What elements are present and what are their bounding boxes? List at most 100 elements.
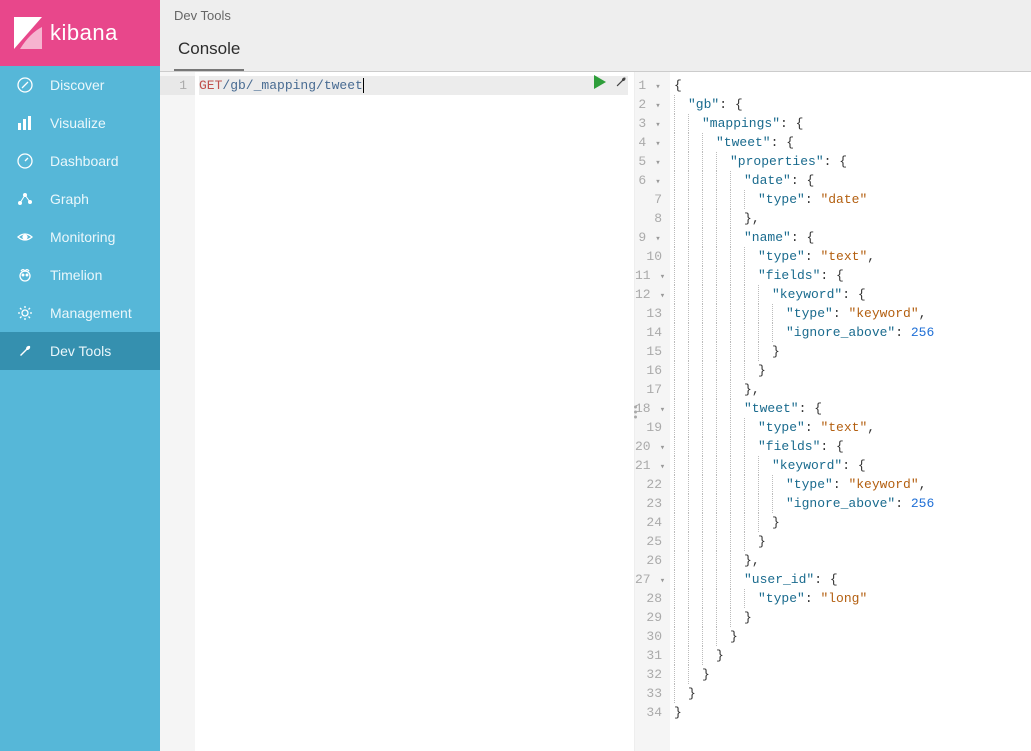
code-line: "ignore_above": 256 xyxy=(674,323,1025,342)
sidebar-item-dashboard[interactable]: Dashboard xyxy=(0,142,160,180)
compass-icon xyxy=(16,76,34,94)
code-line: "name": { xyxy=(674,228,1025,247)
line-number: 11 ▾ xyxy=(635,266,670,285)
graph-icon xyxy=(16,190,34,208)
code-line: } xyxy=(674,684,1025,703)
code-line: "type": "text", xyxy=(674,247,1025,266)
gear-icon xyxy=(16,304,34,322)
eye-icon xyxy=(16,228,34,246)
sidebar-item-monitoring[interactable]: Monitoring xyxy=(0,218,160,256)
request-line[interactable]: GET /gb/_mapping/tweet xyxy=(199,76,628,95)
wrench-icon xyxy=(16,342,34,360)
request-gutter: 1 xyxy=(160,72,195,751)
line-number: 22 xyxy=(635,475,670,494)
line-number: 34 xyxy=(635,703,670,722)
code-line: } xyxy=(674,646,1025,665)
sidebar-item-graph[interactable]: Graph xyxy=(0,180,160,218)
code-line: "tweet": { xyxy=(674,399,1025,418)
line-number: 5 ▾ xyxy=(635,152,670,171)
code-line: } xyxy=(674,703,1025,722)
request-path: /gb/_mapping/tweet xyxy=(222,76,362,95)
line-number: 6 ▾ xyxy=(635,171,670,190)
sidebar-item-discover[interactable]: Discover xyxy=(0,66,160,104)
code-line: { xyxy=(674,76,1025,95)
brand-name: kibana xyxy=(50,20,118,46)
line-number: 19 xyxy=(635,418,670,437)
request-pane: 1 GET /gb/_mapping/tweet xyxy=(160,72,635,751)
wrench-icon[interactable] xyxy=(614,75,628,95)
sidebar-item-management[interactable]: Management xyxy=(0,294,160,332)
panes: 1 GET /gb/_mapping/tweet xyxy=(160,72,1031,751)
tabs: Console xyxy=(174,35,1017,71)
code-line: "properties": { xyxy=(674,152,1025,171)
line-number: 16 xyxy=(635,361,670,380)
code-line: } xyxy=(674,665,1025,684)
sidebar-item-label: Graph xyxy=(50,191,89,207)
code-line: "gb": { xyxy=(674,95,1025,114)
gauge-icon xyxy=(16,152,34,170)
line-number: 14 xyxy=(635,323,670,342)
sidebar-item-visualize[interactable]: Visualize xyxy=(0,104,160,142)
code-line: "type": "text", xyxy=(674,418,1025,437)
sidebar-item-label: Visualize xyxy=(50,115,106,131)
code-line: }, xyxy=(674,380,1025,399)
code-line: }, xyxy=(674,209,1025,228)
line-number: 4 ▾ xyxy=(635,133,670,152)
breadcrumb: Dev Tools xyxy=(174,8,1017,23)
app-root: kibana Discover Visualize Dashboard xyxy=(0,0,1031,751)
code-line: "type": "keyword", xyxy=(674,304,1025,323)
line-number: 23 xyxy=(635,494,670,513)
code-line: "type": "date" xyxy=(674,190,1025,209)
header: Dev Tools Console xyxy=(160,0,1031,72)
line-number: 30 xyxy=(635,627,670,646)
text-cursor xyxy=(363,78,364,93)
sidebar-item-timelion[interactable]: Timelion xyxy=(0,256,160,294)
code-line: } xyxy=(674,513,1025,532)
line-number: 27 ▾ xyxy=(635,570,670,589)
main-area: Dev Tools Console 1 GET /gb/_mapping/twe… xyxy=(160,0,1031,751)
line-number: 8 xyxy=(635,209,670,228)
code-line: "fields": { xyxy=(674,437,1025,456)
line-number: 1 ▾ xyxy=(635,76,670,95)
line-number: 13 xyxy=(635,304,670,323)
response-pane: 1 ▾2 ▾3 ▾4 ▾5 ▾6 ▾789 ▾1011 ▾12 ▾1314151… xyxy=(635,72,1031,751)
line-number: 17 xyxy=(635,380,670,399)
line-number: 20 ▾ xyxy=(635,437,670,456)
code-line: "type": "long" xyxy=(674,589,1025,608)
response-viewer[interactable]: {"gb": {"mappings": {"tweet": {"properti… xyxy=(670,72,1031,751)
sidebar-item-label: Monitoring xyxy=(50,229,115,245)
request-actions xyxy=(594,75,628,95)
code-line: } xyxy=(674,342,1025,361)
code-line: } xyxy=(674,608,1025,627)
code-line: "keyword": { xyxy=(674,285,1025,304)
sidebar-item-label: Dashboard xyxy=(50,153,119,169)
line-number: 25 xyxy=(635,532,670,551)
code-line: "date": { xyxy=(674,171,1025,190)
line-number: 31 xyxy=(635,646,670,665)
line-number: 10 xyxy=(635,247,670,266)
pane-resize-handle[interactable] xyxy=(634,405,638,418)
request-method: GET xyxy=(199,76,222,95)
line-number: 9 ▾ xyxy=(635,228,670,247)
bar-chart-icon xyxy=(16,114,34,132)
line-number: 26 xyxy=(635,551,670,570)
sidebar-item-devtools[interactable]: Dev Tools xyxy=(0,332,160,370)
line-number: 24 xyxy=(635,513,670,532)
sidebar-item-label: Discover xyxy=(50,77,104,93)
play-icon[interactable] xyxy=(594,75,606,95)
code-line: } xyxy=(674,627,1025,646)
code-line: } xyxy=(674,361,1025,380)
line-number: 28 xyxy=(635,589,670,608)
sidebar-nav: Discover Visualize Dashboard Graph xyxy=(0,66,160,370)
line-number: 12 ▾ xyxy=(635,285,670,304)
code-line: "keyword": { xyxy=(674,456,1025,475)
code-line: }, xyxy=(674,551,1025,570)
code-line: "fields": { xyxy=(674,266,1025,285)
brand-logo[interactable]: kibana xyxy=(0,0,160,66)
sidebar-item-label: Timelion xyxy=(50,267,102,283)
code-line: } xyxy=(674,532,1025,551)
request-editor[interactable]: GET /gb/_mapping/tweet xyxy=(195,72,634,751)
kibana-logo-icon xyxy=(12,15,44,51)
line-number: 29 xyxy=(635,608,670,627)
tab-console[interactable]: Console xyxy=(174,35,244,71)
